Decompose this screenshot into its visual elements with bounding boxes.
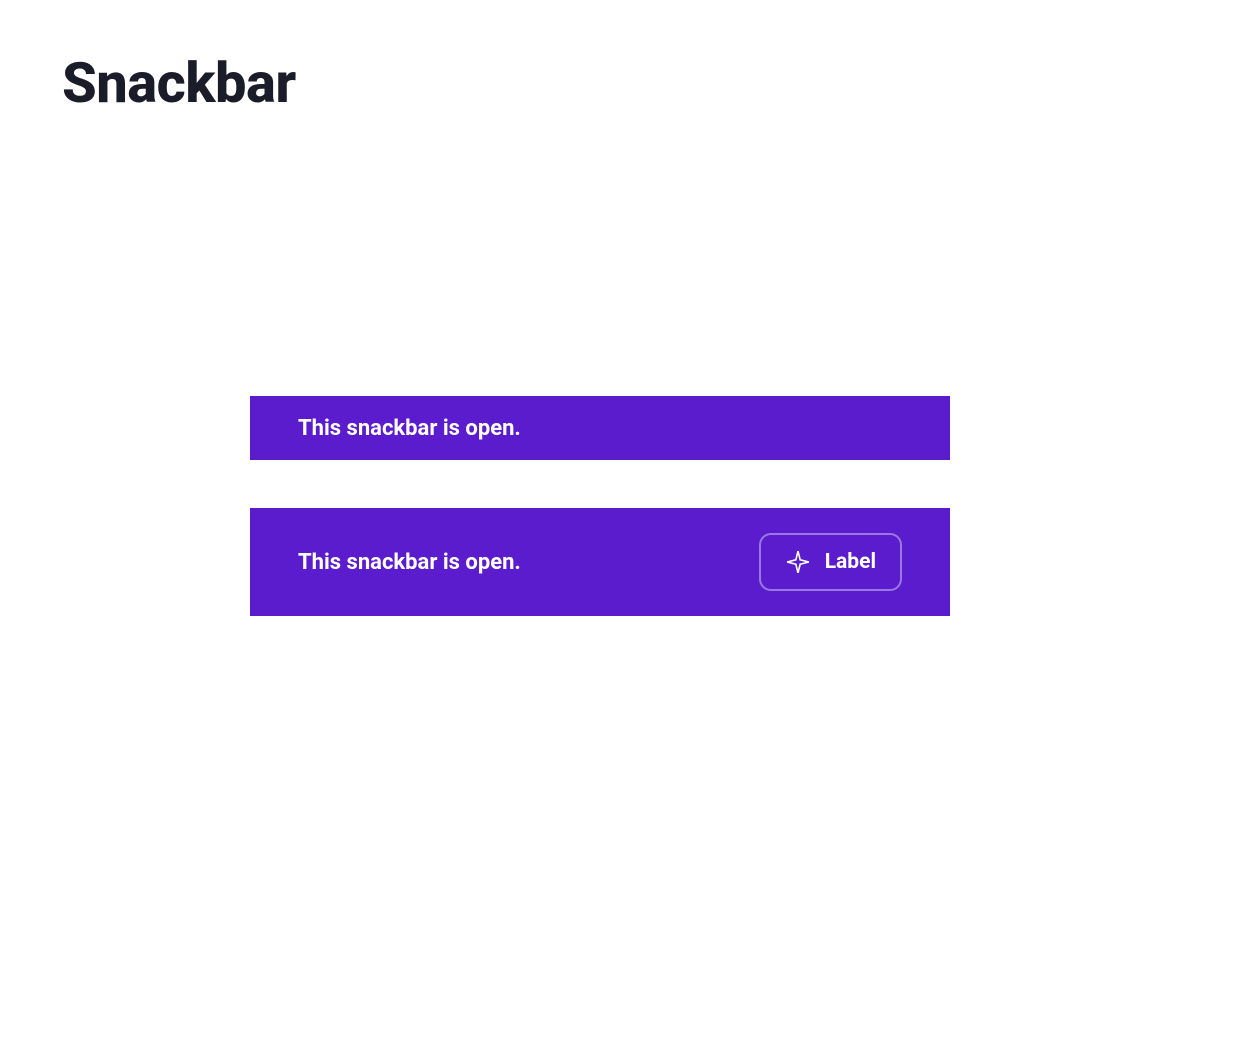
sparkle-icon <box>785 549 811 575</box>
action-button-label: Label <box>825 550 876 574</box>
snackbar-message: This snackbar is open. <box>298 416 521 441</box>
page-title: Snackbar <box>62 50 1178 116</box>
snackbar-with-action: This snackbar is open. Label <box>250 508 950 616</box>
snackbar-action-button[interactable]: Label <box>759 533 902 591</box>
snackbar-list: This snackbar is open. This snackbar is … <box>250 396 950 616</box>
snackbar-simple: This snackbar is open. <box>250 396 950 460</box>
snackbar-message: This snackbar is open. <box>298 550 521 575</box>
